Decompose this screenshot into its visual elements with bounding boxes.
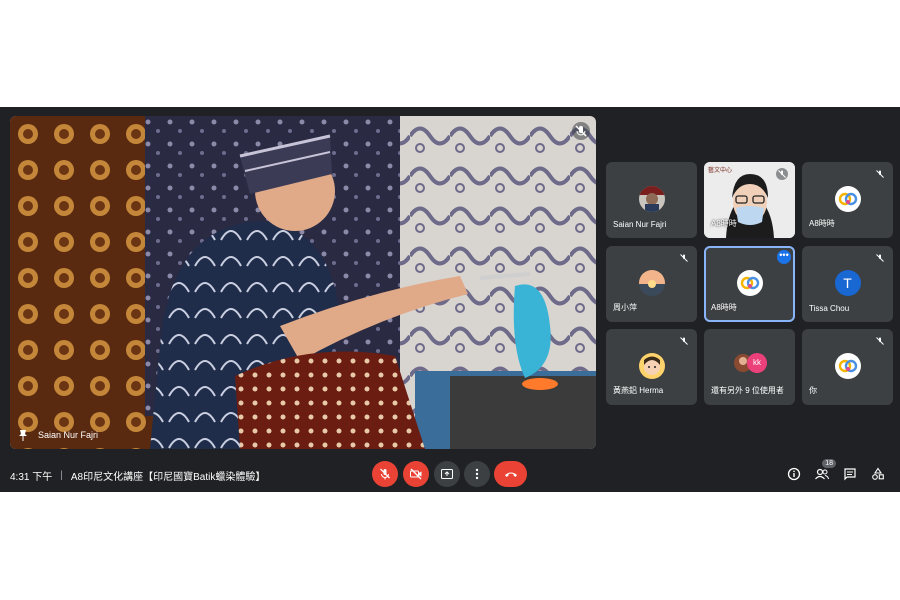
mic-off-icon bbox=[680, 254, 688, 262]
participant-tile-self[interactable]: 你 bbox=[802, 329, 893, 405]
chat-icon bbox=[844, 468, 856, 481]
main-mic-off-icon bbox=[572, 122, 590, 140]
participant-name: Tissa Chou bbox=[809, 304, 850, 313]
mic-off-icon bbox=[876, 337, 884, 345]
participant-tile[interactable]: 周小萍 bbox=[606, 246, 697, 322]
more-options-button[interactable] bbox=[464, 461, 490, 487]
mic-off-icon bbox=[876, 254, 884, 262]
bottom-control-bar: 4:31 下午 | A8印尼文化講座【印尼國寶Batik蠟染體驗】 18 bbox=[0, 459, 900, 492]
participant-tile[interactable]: T Tissa Chou bbox=[802, 246, 893, 322]
room-logo-text: 藝文中心 bbox=[708, 168, 733, 174]
participant-name: 黃燕鋁 Herma bbox=[613, 386, 664, 395]
participant-tile[interactable]: A8時時 bbox=[802, 162, 893, 238]
participant-name: A8時時 bbox=[711, 303, 737, 312]
shapes-icon bbox=[872, 467, 884, 480]
mic-toggle-button[interactable] bbox=[372, 461, 398, 487]
mic-off-icon bbox=[380, 468, 390, 480]
more-participants-label: 還有另外 9 位使用者 bbox=[711, 386, 784, 395]
meeting-title: A8印尼文化講座【印尼國寶Batik蠟染體驗】 bbox=[70, 472, 266, 483]
logo-avatar bbox=[736, 270, 763, 296]
hang-up-icon bbox=[504, 472, 517, 477]
participant-tile-active[interactable]: ••• A8時時 bbox=[704, 246, 795, 322]
participant-name: A8時時 bbox=[809, 219, 835, 228]
participant-tile[interactable]: Saian Nur Fajri bbox=[606, 162, 697, 238]
activities-button[interactable] bbox=[868, 464, 888, 484]
participant-tile[interactable]: 黃燕鋁 Herma bbox=[606, 329, 697, 405]
participant-name: A8時時 bbox=[711, 219, 737, 228]
mic-off-icon bbox=[876, 170, 884, 178]
clock-time: 4:31 下午 bbox=[10, 472, 53, 483]
main-speaker-label: Saian Nur Fajri bbox=[18, 429, 98, 441]
camera-toggle-button[interactable] bbox=[403, 461, 429, 487]
people-icon bbox=[815, 468, 829, 480]
pin-icon bbox=[19, 430, 27, 441]
avatar bbox=[638, 270, 665, 296]
leave-call-button[interactable] bbox=[494, 461, 527, 487]
info-icon bbox=[787, 467, 801, 481]
initials-avatar: kk bbox=[747, 353, 767, 373]
more-vert-icon bbox=[475, 468, 479, 480]
avatar bbox=[638, 186, 665, 212]
main-speaker-name: Saian Nur Fajri bbox=[38, 430, 99, 440]
participant-name: 周小萍 bbox=[613, 303, 637, 312]
mic-off-icon bbox=[776, 168, 788, 180]
logo-avatar bbox=[834, 353, 861, 379]
participant-tile[interactable]: 藝文中心 A8時時 bbox=[704, 162, 795, 238]
participant-tile-overflow[interactable]: kk 還有另外 9 位使用者 bbox=[704, 329, 795, 405]
camera-off-icon bbox=[410, 468, 422, 480]
main-video-frame bbox=[10, 116, 596, 449]
participants-button[interactable]: 18 bbox=[812, 459, 836, 484]
present-icon bbox=[441, 469, 453, 479]
letter-avatar: T bbox=[834, 270, 861, 296]
mic-off-icon bbox=[680, 337, 688, 345]
meeting-info: 4:31 下午 | A8印尼文化講座【印尼國寶Batik蠟染體驗】 bbox=[10, 468, 265, 483]
divider: | bbox=[60, 470, 63, 481]
participant-count-badge: 18 bbox=[822, 459, 836, 468]
meet-window: Saian Nur Fajri Saian Nur Fajri 藝文中心 A8時… bbox=[0, 107, 900, 492]
logo-avatar bbox=[834, 186, 861, 212]
more-options-icon[interactable]: ••• bbox=[777, 250, 791, 264]
present-screen-button[interactable] bbox=[434, 461, 460, 487]
avatar bbox=[638, 353, 665, 379]
participant-name: Saian Nur Fajri bbox=[613, 220, 667, 229]
participant-name: 你 bbox=[809, 386, 817, 395]
main-video[interactable]: Saian Nur Fajri bbox=[10, 116, 596, 449]
meeting-details-button[interactable] bbox=[784, 464, 804, 484]
group-avatars: kk bbox=[733, 353, 769, 373]
chat-button[interactable] bbox=[840, 464, 860, 484]
